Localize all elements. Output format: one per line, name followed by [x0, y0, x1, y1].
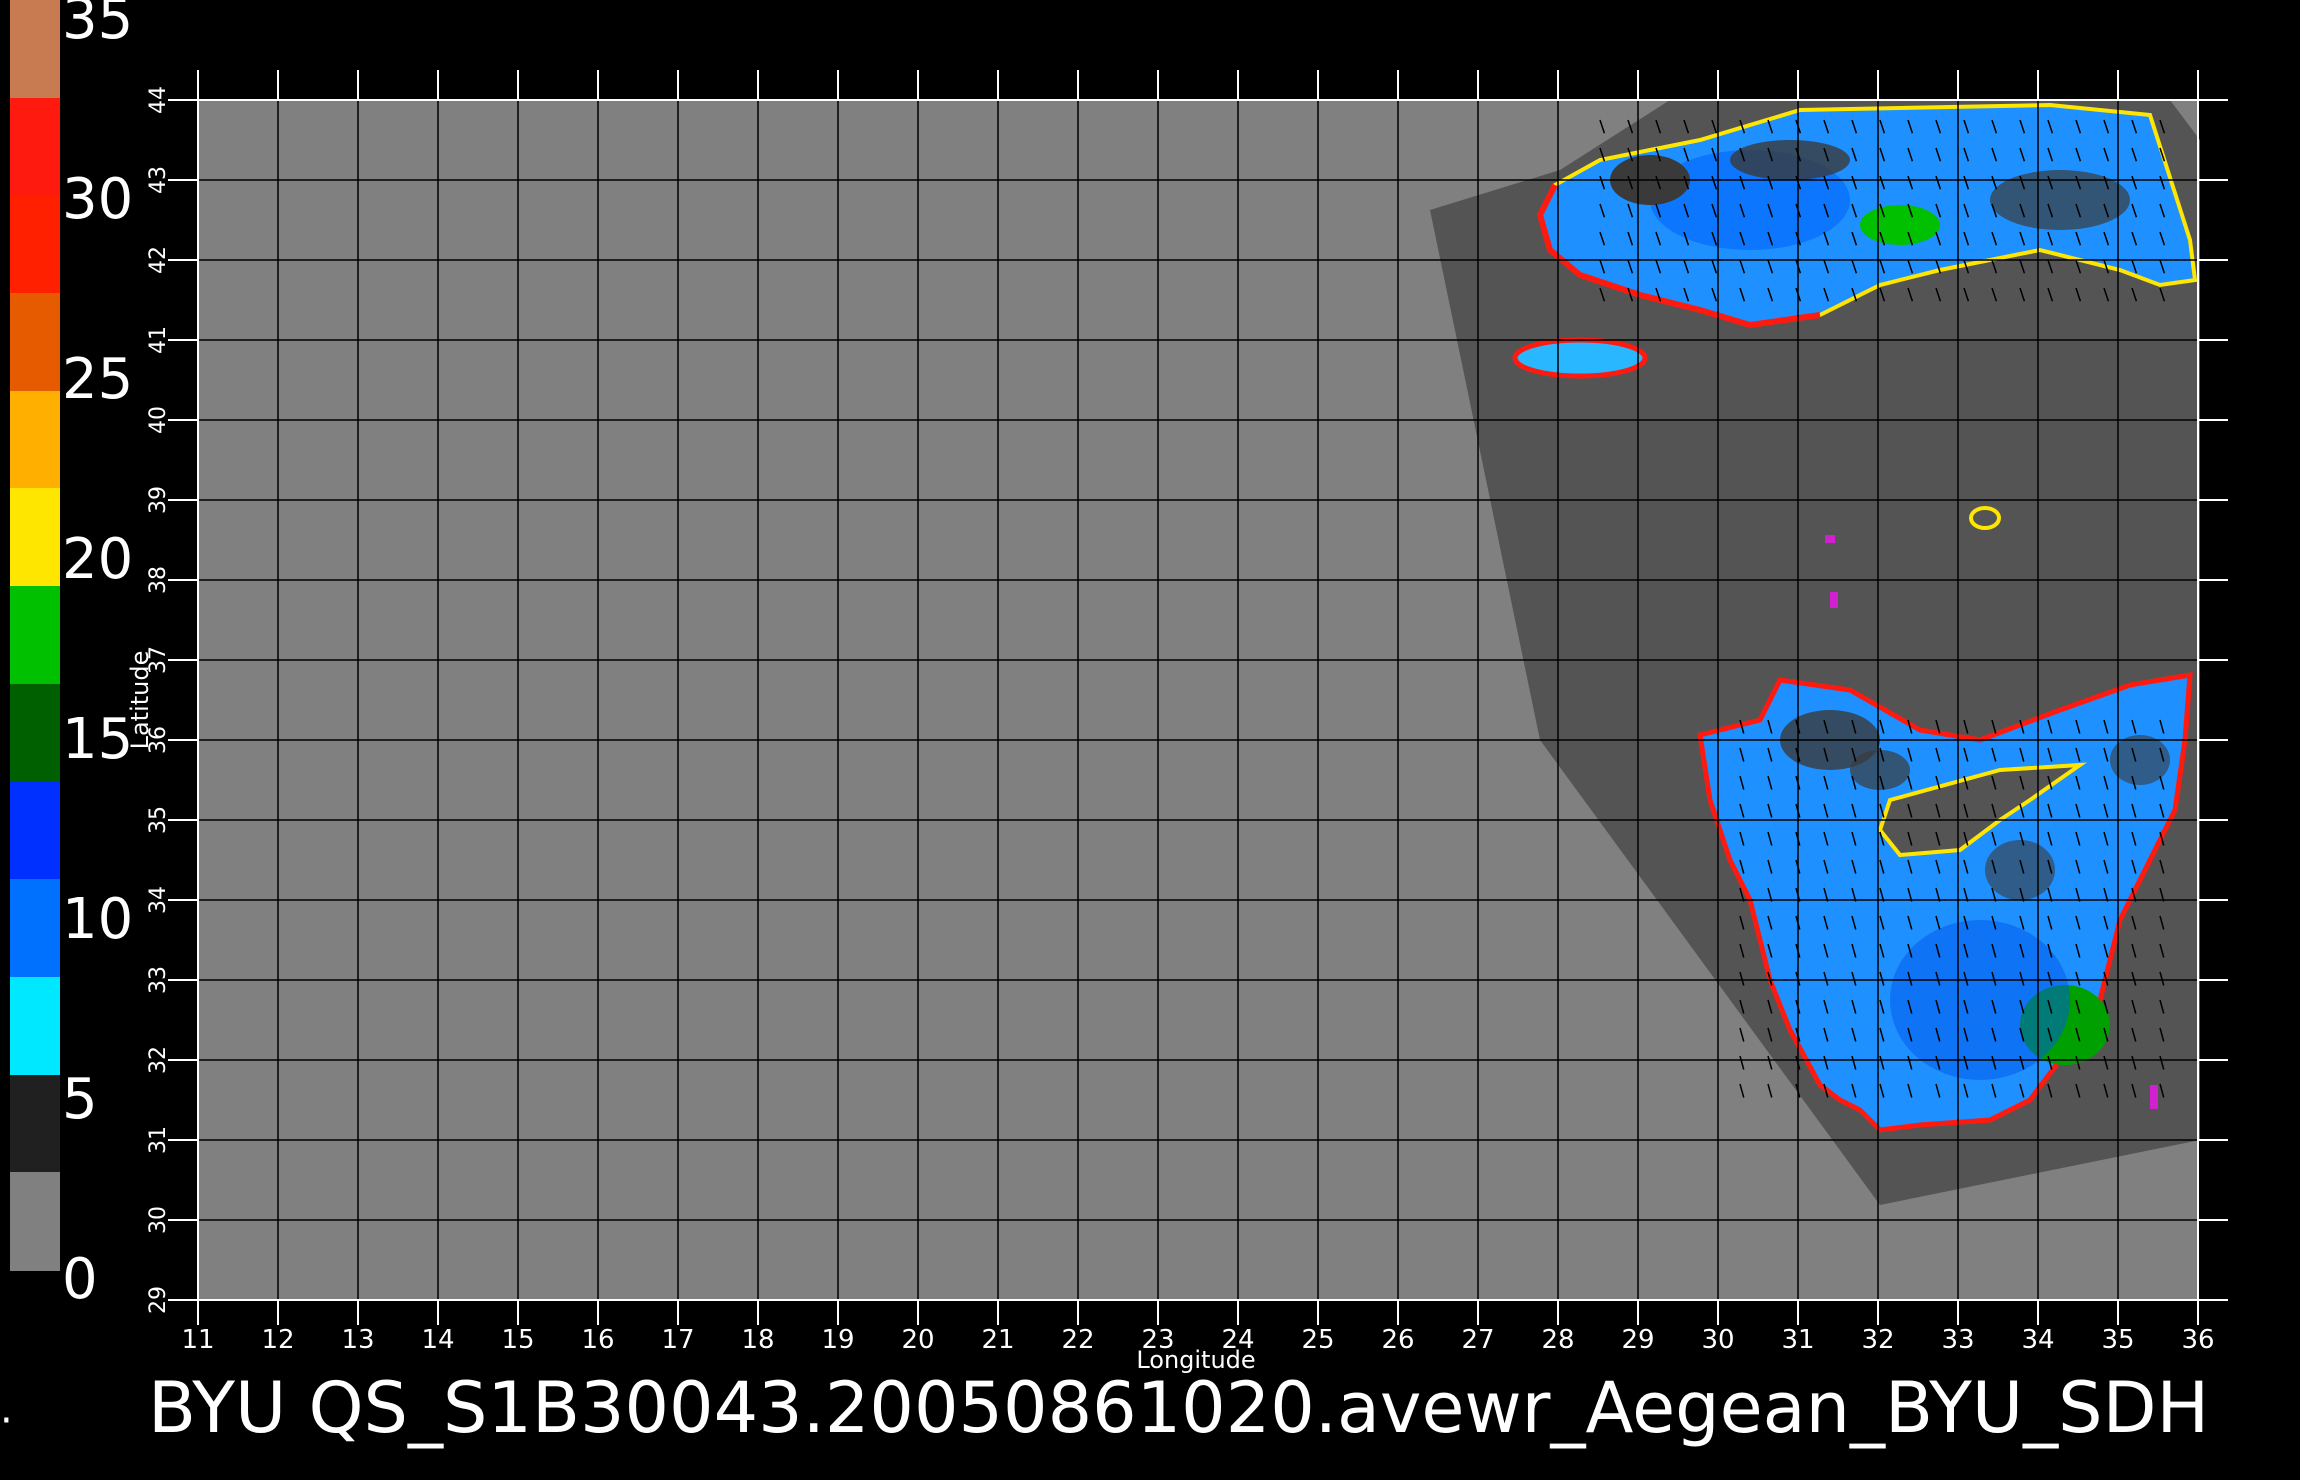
colorbar-segment	[10, 488, 60, 588]
lat-tick-label: 31	[146, 1126, 171, 1154]
lon-tick-label: 20	[901, 1325, 934, 1355]
colorbar-segment	[10, 293, 60, 392]
lon-tick-label: 25	[1301, 1325, 1334, 1355]
lon-tick-label: 28	[1541, 1325, 1574, 1355]
lon-tick-label: 36	[2181, 1325, 2214, 1355]
left-edge-marker: ·	[0, 1398, 13, 1444]
colorbar-segment	[10, 97, 60, 197]
colorbar-segment	[10, 390, 60, 490]
colorbar-tick-label: 10	[62, 887, 134, 952]
colorbar-tick-label: 20	[62, 527, 134, 592]
colorbar-tick-label: 0	[62, 1247, 98, 1312]
lat-tick-label: 30	[146, 1206, 171, 1234]
lat-tick-label: 29	[146, 1286, 171, 1314]
colorbar-tick-label: 25	[62, 347, 134, 412]
lon-tick-label: 15	[501, 1325, 534, 1355]
lon-tick-label: 31	[1781, 1325, 1814, 1355]
lat-tick-label: 33	[146, 966, 171, 994]
lat-tick-label: 43	[146, 166, 171, 194]
colorbar-tick-label: 5	[62, 1067, 98, 1132]
lon-tick-label: 21	[981, 1325, 1014, 1355]
lon-tick-label: 27	[1461, 1325, 1494, 1355]
lat-tick-label: 44	[146, 86, 171, 114]
lon-tick-label: 30	[1701, 1325, 1734, 1355]
map-figure: 11 12 13 14 15 16 17 18 19 20 21 22 23 24 25 26 27 28 29 30…	[126, 70, 2228, 1374]
lon-tick-label: 14	[421, 1325, 454, 1355]
lon-tick-label: 29	[1621, 1325, 1654, 1355]
colorbar-tick-label: 35	[62, 0, 134, 52]
colorbar-segment	[10, 976, 60, 1076]
lon-tick-label: 17	[661, 1325, 694, 1355]
colorbar-tick-label: 30	[62, 167, 134, 232]
lon-tick-label: 35	[2101, 1325, 2134, 1355]
colorbar-segment	[10, 1074, 60, 1174]
lat-tick-label: 34	[146, 886, 171, 914]
lat-tick-label: 38	[146, 566, 171, 594]
colorbar-segment	[10, 1172, 60, 1271]
colorbar-segment	[10, 683, 60, 783]
lat-tick-label: 41	[146, 326, 171, 354]
wind-region-marmara	[1512, 337, 1648, 379]
lat-tick-label: 32	[146, 1046, 171, 1074]
lon-tick-label: 12	[261, 1325, 294, 1355]
lat-tick-label: 42	[146, 246, 171, 274]
lon-tick-label: 16	[581, 1325, 614, 1355]
lon-tick-label: 13	[341, 1325, 374, 1355]
lon-tick-label: 11	[181, 1325, 214, 1355]
lon-tick-label: 33	[1941, 1325, 1974, 1355]
lat-tick-label: 39	[146, 486, 171, 514]
colorbar-segment	[10, 781, 60, 881]
colorbar-segment	[10, 195, 60, 295]
colorbar-tick-label: 15	[62, 707, 134, 772]
lon-tick-label: 32	[1861, 1325, 1894, 1355]
lon-tick-label: 19	[821, 1325, 854, 1355]
lat-tick-label: 40	[146, 406, 171, 434]
colorbar-segment	[10, 879, 60, 978]
lon-tick-label: 26	[1381, 1325, 1414, 1355]
colorbar-segment	[10, 586, 60, 685]
colorbar	[10, 0, 60, 1271]
colorbar-segment	[10, 0, 60, 99]
lon-tick-label: 18	[741, 1325, 774, 1355]
image-title: BYU QS_S1B30043.20050861020.avewr_Aegean…	[148, 1367, 2210, 1449]
lon-tick-label: 34	[2021, 1325, 2054, 1355]
lon-tick-label: 22	[1061, 1325, 1094, 1355]
lat-tick-label: 35	[146, 806, 171, 834]
